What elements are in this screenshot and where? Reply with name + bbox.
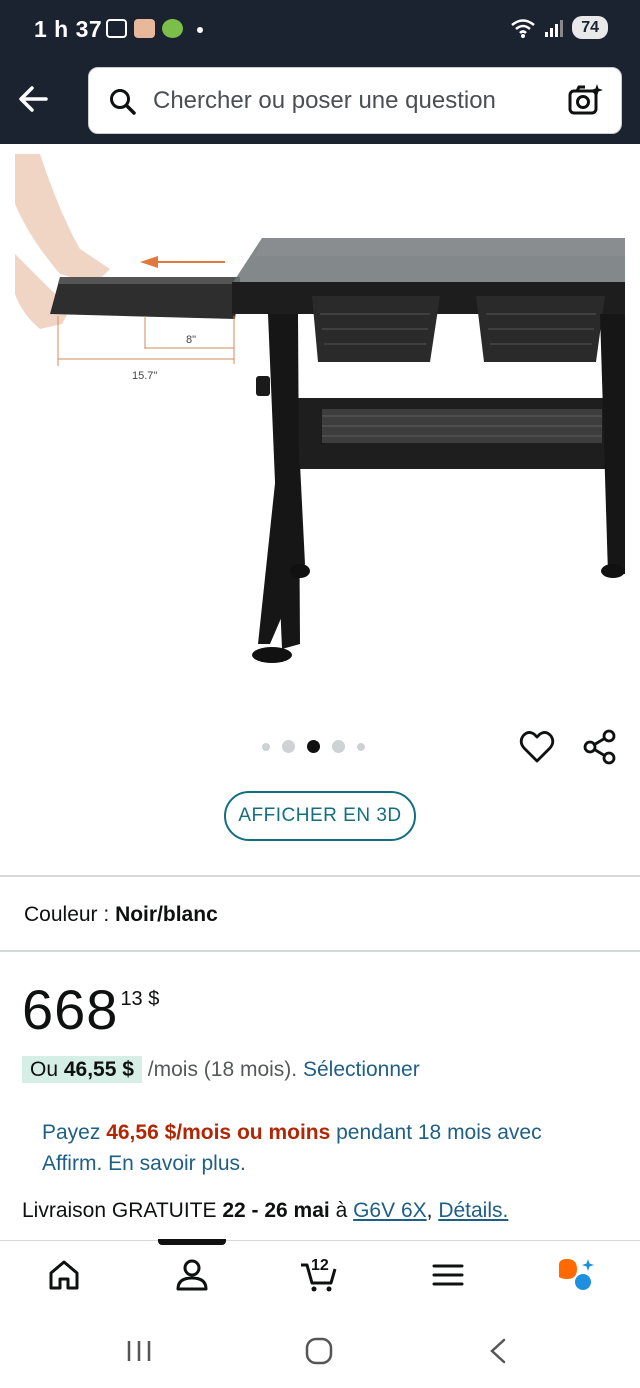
- battery-indicator: 74: [572, 16, 608, 39]
- home-button-icon[interactable]: [304, 1336, 334, 1366]
- carousel-dot[interactable]: [282, 740, 295, 753]
- more-notifications-icon: [197, 27, 203, 33]
- delivery-info: Livraison GRATUITE 22 - 26 mai à G6V 6X,…: [22, 1199, 509, 1222]
- rufus-ai-icon[interactable]: [555, 1255, 595, 1295]
- monthly-payment-badge: Ou 46,55 $: [22, 1056, 142, 1083]
- delivery-dates: 22 - 26 mai: [222, 1199, 330, 1222]
- delivery-details-link[interactable]: Détails.: [438, 1199, 508, 1222]
- menu-icon[interactable]: [428, 1255, 468, 1295]
- bottom-nav: [0, 1239, 640, 1310]
- carousel-dot-active[interactable]: [307, 740, 320, 753]
- calendar-notification-icon: [134, 19, 155, 38]
- signal-icon: [545, 19, 564, 37]
- hand-illustration: [15, 154, 110, 284]
- delivery-prefix: Livraison GRATUITE: [22, 1199, 223, 1222]
- recent-apps-icon[interactable]: [124, 1338, 154, 1364]
- view-3d-button[interactable]: AFFICHER EN 3D: [224, 791, 416, 841]
- affirm-learn-more-link[interactable]: En savoir plus.: [108, 1152, 246, 1175]
- search-input[interactable]: Chercher ou poser une question: [88, 67, 622, 134]
- status-right: 74: [510, 16, 608, 39]
- account-icon[interactable]: [172, 1255, 212, 1295]
- price-cents: 13 $: [120, 988, 160, 1010]
- color-label: Couleur :: [24, 903, 110, 926]
- table-foot: [252, 647, 292, 663]
- color-value: Noir/blanc: [115, 903, 218, 926]
- status-time: 1 h 37: [34, 16, 103, 42]
- camera-search-icon[interactable]: [567, 82, 603, 118]
- search-placeholder: Chercher ou poser une question: [153, 87, 496, 114]
- postal-code-link[interactable]: G6V 6X: [353, 1199, 427, 1222]
- wishlist-heart-icon[interactable]: [518, 728, 556, 766]
- arrow-icon: [140, 256, 158, 268]
- back-arrow-icon[interactable]: [16, 80, 54, 118]
- monthly-prefix: Ou: [30, 1058, 64, 1081]
- delivery-middle: à: [329, 1199, 354, 1222]
- system-navigation-bar: [0, 1310, 640, 1388]
- search-icon: [110, 89, 136, 115]
- divider: [0, 875, 640, 877]
- carousel-dot[interactable]: [262, 742, 270, 751]
- monthly-term: /mois (18 mois).: [141, 1058, 303, 1081]
- status-bar: 1 h 37 74: [0, 0, 640, 60]
- height-knob: [256, 376, 270, 396]
- active-tab-indicator: [158, 1239, 226, 1245]
- system-back-icon[interactable]: [484, 1336, 514, 1366]
- gallery-notification-icon: [106, 19, 127, 38]
- share-icon[interactable]: [581, 728, 619, 766]
- divider: [0, 950, 640, 952]
- price: 668 13 $: [22, 980, 159, 1040]
- monthly-amount: 46,55 $: [63, 1058, 134, 1081]
- carousel-dot[interactable]: [332, 740, 345, 753]
- affirm-text-1: Payez: [42, 1121, 107, 1144]
- wifi-icon: [511, 18, 535, 38]
- color-selector[interactable]: Couleur : Noir/blanc: [24, 903, 218, 927]
- dimension-label-short: 8": [186, 334, 196, 346]
- product-image[interactable]: 8" 15.7": [0, 144, 640, 704]
- app-notification-icon: [162, 19, 183, 38]
- app-header: Chercher ou poser une question: [0, 60, 640, 144]
- drafting-table-illustration: 8" 15.7": [15, 154, 625, 663]
- select-payment-link[interactable]: Sélectionner: [303, 1058, 420, 1081]
- monthly-payment-row: Ou 46,55 $ /mois (18 mois). Sélectionner: [22, 1056, 420, 1083]
- affirm-promo[interactable]: Payez 46,56 $/mois ou moins pendant 18 m…: [42, 1117, 582, 1179]
- cart-count-badge: 12: [311, 1257, 329, 1274]
- carousel-dot[interactable]: [357, 742, 365, 751]
- dimension-label-long: 15.7": [132, 370, 157, 382]
- home-icon[interactable]: [44, 1255, 84, 1295]
- price-whole: 668: [22, 978, 119, 1041]
- affirm-amount: 46,56 $/mois ou moins: [106, 1121, 331, 1144]
- image-carousel-dots: [262, 740, 365, 753]
